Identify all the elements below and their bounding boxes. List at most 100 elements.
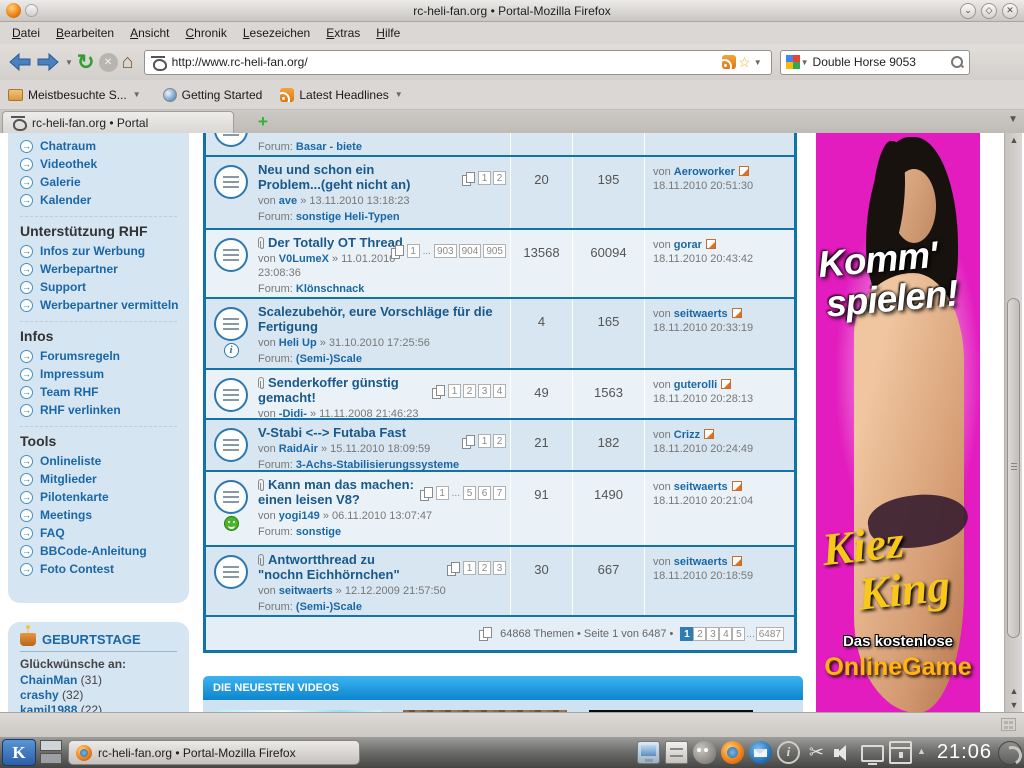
bookmark-getting-started[interactable]: Getting Started xyxy=(163,88,263,102)
sidebar-link-meetings[interactable]: →Meetings xyxy=(8,506,189,524)
sidebar-link-rhf-verlinken[interactable]: →RHF verlinken xyxy=(8,401,189,419)
url-input[interactable] xyxy=(172,55,723,69)
sidebar-link-kalender[interactable]: →Kalender xyxy=(8,191,189,209)
goto-lastpost-icon[interactable] xyxy=(704,429,714,439)
forum-link[interactable]: Basar - biete xyxy=(296,141,362,153)
pagination-page-4[interactable]: 4 xyxy=(719,627,732,641)
bookmark-meistbesuchte-s[interactable]: Meistbesuchte S...▼ xyxy=(8,88,145,102)
menu-chronik[interactable]: Chronik xyxy=(177,24,234,42)
birthday-user-link[interactable]: crashy xyxy=(20,688,59,702)
scroll-up-arrow[interactable]: ▲ xyxy=(1005,133,1023,147)
clock[interactable]: 21:06 xyxy=(937,741,992,764)
pagination-page-6487[interactable]: 6487 xyxy=(756,627,784,641)
tab-list-dropdown[interactable]: ▼ xyxy=(1008,114,1018,125)
kde-menu-button[interactable]: K xyxy=(2,739,36,766)
sidebar-link-mitglieder[interactable]: →Mitglieder xyxy=(8,470,189,488)
bookmark-latest-headlines[interactable]: Latest Headlines▼ xyxy=(280,88,406,102)
display-icon[interactable] xyxy=(861,745,884,762)
page-chip[interactable]: 905 xyxy=(483,244,506,258)
page-chip[interactable]: 3 xyxy=(493,561,506,575)
panel-cashew-button[interactable] xyxy=(998,741,1022,765)
sidebar-link-galerie[interactable]: →Galerie xyxy=(8,173,189,191)
pagination-page-1[interactable]: 1 xyxy=(680,627,693,641)
google-search-engine-icon[interactable] xyxy=(786,55,800,69)
page-chip[interactable]: 1 xyxy=(463,561,476,575)
forum-link[interactable]: 3-Achs-Stabilisierungssysteme xyxy=(296,459,459,470)
sidebar-link-onlineliste[interactable]: →Onlineliste xyxy=(8,452,189,470)
menu-bearbeiten[interactable]: Bearbeiten xyxy=(48,24,122,42)
forum-link[interactable]: sonstige xyxy=(296,526,341,538)
topic-title-link[interactable]: Kann man das machen: einen leisen V8? xyxy=(258,477,414,507)
lastpost-author-link[interactable]: seitwaerts xyxy=(674,308,728,320)
lastpost-author-link[interactable]: seitwaerts xyxy=(674,481,728,493)
sidebar-link-chatraum[interactable]: →Chatraum xyxy=(8,137,189,155)
page-chip[interactable]: 1 xyxy=(436,486,449,500)
lastpost-author-link[interactable]: Crizz xyxy=(674,429,700,441)
page-chip[interactable]: 1 xyxy=(478,434,491,448)
page-chip[interactable]: 2 xyxy=(478,561,491,575)
birthday-user-link[interactable]: kamil1988 xyxy=(20,703,77,712)
author-link[interactable]: Heli Up xyxy=(279,337,317,349)
page-chip[interactable]: 904 xyxy=(459,244,482,258)
goto-lastpost-icon[interactable] xyxy=(706,239,716,249)
birthday-user-link[interactable]: ChainMan xyxy=(20,673,77,687)
thunderbird-icon[interactable] xyxy=(749,741,772,764)
menu-ansicht[interactable]: Ansicht xyxy=(122,24,177,42)
menu-extras[interactable]: Extras xyxy=(318,24,368,42)
home-button[interactable]: ⌂ xyxy=(122,52,134,72)
page-chip[interactable]: 5 xyxy=(463,486,476,500)
info-icon[interactable] xyxy=(777,741,800,764)
forum-link[interactable]: Klönschnack xyxy=(296,283,364,295)
page-chip[interactable]: 6 xyxy=(478,486,491,500)
sidebar-link-bbcode-anleitung[interactable]: →BBCode-Anleitung xyxy=(8,542,189,560)
forum-link[interactable]: sonstige Heli-Typen xyxy=(296,211,400,223)
author-link[interactable]: RaidAir xyxy=(279,443,318,455)
forward-button[interactable] xyxy=(36,52,60,72)
page-chip[interactable]: 1 xyxy=(478,171,491,185)
sidebar-link-team-rhf[interactable]: →Team RHF xyxy=(8,383,189,401)
ad-banner[interactable]: Komm' spielen! Kiez King Das kostenlose … xyxy=(816,133,980,712)
goto-lastpost-icon[interactable] xyxy=(721,379,731,389)
page-chip[interactable]: 903 xyxy=(434,244,457,258)
menu-lesezeichen[interactable]: Lesezeichen xyxy=(235,24,318,42)
forum-link[interactable]: (Semi-)Scale xyxy=(296,353,362,365)
new-tab-button[interactable]: + xyxy=(258,112,268,132)
pagination-page-3[interactable]: 3 xyxy=(706,627,719,641)
goto-lastpost-icon[interactable] xyxy=(739,166,749,176)
drawer-icon[interactable] xyxy=(665,741,688,764)
page-chip[interactable]: 2 xyxy=(493,171,506,185)
sidebar-link-forumsregeln[interactable]: →Forumsregeln xyxy=(8,347,189,365)
scissors-icon[interactable] xyxy=(805,741,828,764)
desktop-pager[interactable] xyxy=(40,740,62,766)
menu-datei[interactable]: Datei xyxy=(4,24,48,42)
page-chip[interactable]: 7 xyxy=(493,486,506,500)
sidebar-link-videothek[interactable]: →Videothek xyxy=(8,155,189,173)
pagination-page-2[interactable]: 2 xyxy=(693,627,706,641)
sidebar-link-werbepartner-vermitteln[interactable]: →Werbepartner vermitteln xyxy=(8,296,189,314)
topic-title-link[interactable]: Senderkoffer günstig gemacht! xyxy=(258,375,399,405)
minimize-button[interactable]: ⌄ xyxy=(960,3,976,19)
page-chip[interactable]: 3 xyxy=(478,384,491,398)
sidebar-link-foto-contest[interactable]: →Foto Contest xyxy=(8,560,189,578)
lastpost-author-link[interactable]: guterolli xyxy=(674,379,717,391)
forum-link[interactable]: (Semi-)Scale xyxy=(296,601,362,613)
author-link[interactable]: -Didi- xyxy=(279,408,307,418)
package-icon[interactable] xyxy=(889,741,912,764)
taskbar-window-button[interactable]: rc-heli-fan.org • Portal-Mozilla Firefox xyxy=(68,740,360,765)
url-dropdown[interactable]: ▼ xyxy=(754,58,762,67)
sidebar-link-infos-zur-werbung[interactable]: →Infos zur Werbung xyxy=(8,242,189,260)
maximize-button[interactable]: ◇ xyxy=(981,3,997,19)
menu-hilfe[interactable]: Hilfe xyxy=(368,24,408,42)
volume-icon[interactable] xyxy=(833,741,856,764)
bookmark-star-icon[interactable]: ☆ xyxy=(738,54,751,71)
page-chip[interactable]: 1 xyxy=(448,384,461,398)
back-history-dropdown[interactable]: ▼ xyxy=(65,58,73,67)
panel-arrow-icon[interactable] xyxy=(917,741,929,764)
goto-lastpost-icon[interactable] xyxy=(732,481,742,491)
lastpost-author-link[interactable]: gorar xyxy=(674,239,702,251)
reload-button[interactable]: ↻ xyxy=(77,52,95,73)
stop-button[interactable]: ✕ xyxy=(99,53,118,72)
author-link[interactable]: seitwaerts xyxy=(279,585,333,597)
author-link[interactable]: V0LumeX xyxy=(279,253,329,265)
back-button[interactable] xyxy=(8,52,32,72)
